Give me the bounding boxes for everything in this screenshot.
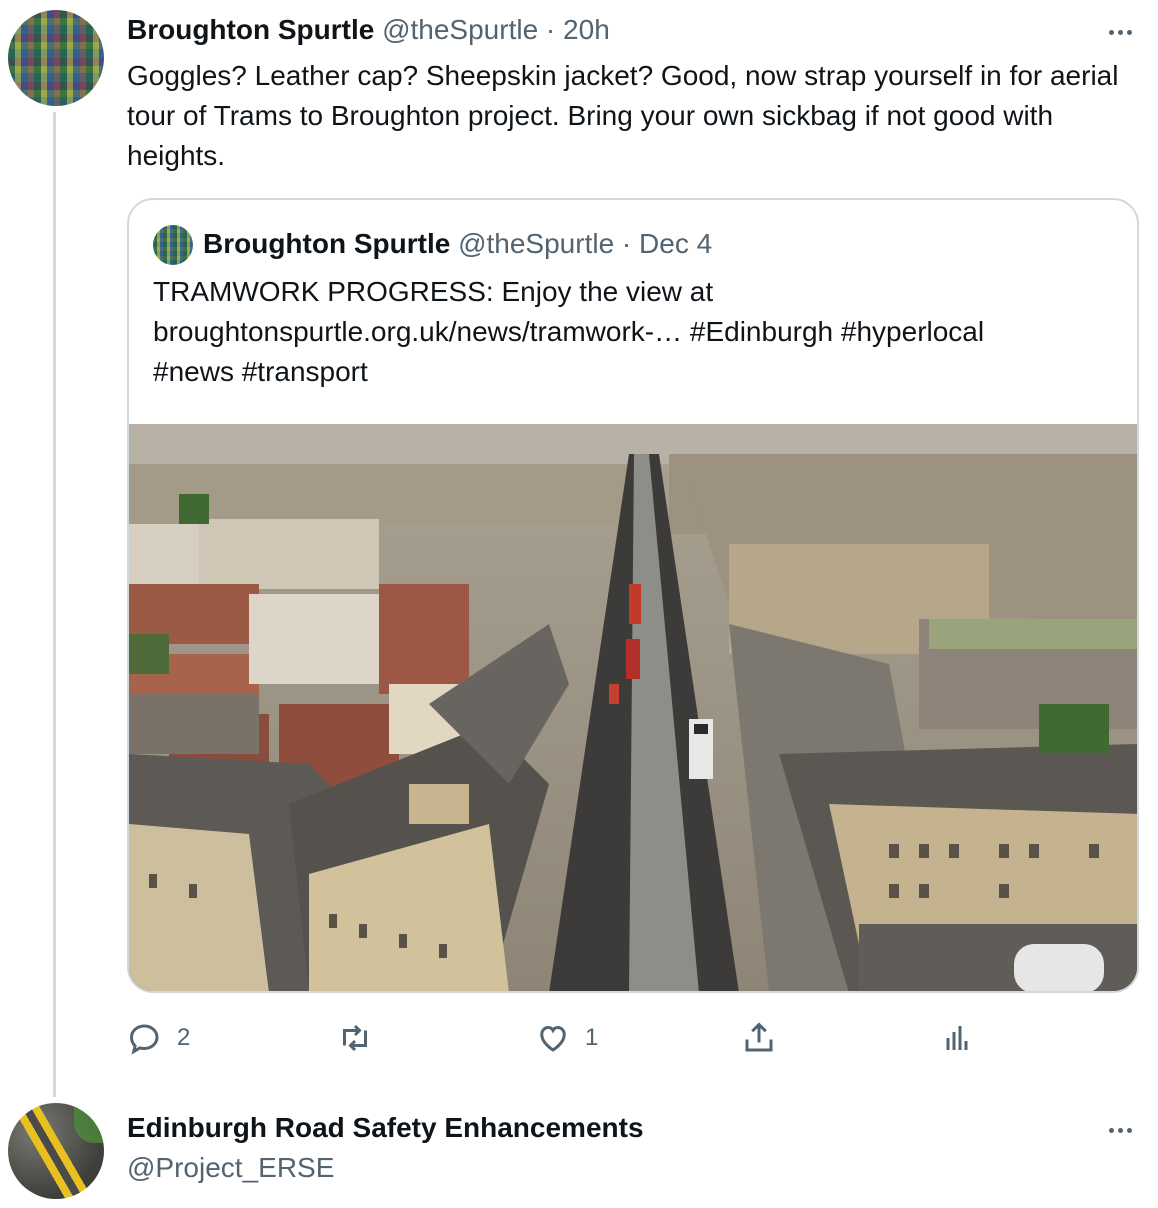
thread-connector-line (53, 112, 56, 1097)
tweet-timestamp[interactable]: 20h (563, 14, 610, 45)
quoted-tweet-header: Broughton Spurtle @theSpurtle · Dec 4 (203, 226, 712, 262)
tweet-header: Broughton Spurtle @theSpurtle · 20h (127, 12, 610, 48)
next-tweet-author-name[interactable]: Edinburgh Road Safety Enhancements (127, 1110, 644, 1146)
more-icon[interactable] (1100, 1118, 1140, 1142)
quoted-tweet-text: TRAMWORK PROGRESS: Enjoy the view at bro… (153, 272, 1113, 392)
tweet-text: Goggles? Leather cap? Sheepskin jacket? … (127, 60, 1119, 171)
more-icon[interactable] (1100, 20, 1140, 44)
next-tweet-author-handle[interactable]: @Project_ERSE (127, 1150, 334, 1186)
quoted-text-line: broughtonspurtle.org.uk/news/tramwork-… … (153, 316, 985, 347)
heart-icon (540, 1025, 566, 1052)
meta-separator: · (538, 14, 564, 45)
aerial-photo[interactable] (129, 424, 1137, 991)
share-button[interactable] (741, 1016, 777, 1060)
quoted-text-line: #news #transport (153, 356, 368, 387)
quoted-text-line: TRAMWORK PROGRESS: Enjoy the view at (153, 276, 714, 307)
avatar[interactable] (8, 10, 104, 106)
retweet-icon (343, 1024, 367, 1052)
quoted-tweet-timestamp: Dec 4 (639, 228, 713, 259)
analytics-icon (946, 1026, 968, 1050)
quoted-meta-separator: · (614, 228, 640, 259)
reply-button[interactable]: 2 (127, 1016, 190, 1060)
analytics-button[interactable] (939, 1016, 975, 1060)
like-button[interactable]: 1 (535, 1016, 598, 1060)
reply-count: 2 (177, 1024, 191, 1051)
quoted-author-handle: @theSpurtle (458, 228, 615, 259)
quoted-tweet[interactable]: Broughton Spurtle @theSpurtle · Dec 4 TR… (127, 198, 1139, 993)
quoted-author-name: Broughton Spurtle (203, 228, 451, 259)
retweet-button[interactable] (337, 1016, 387, 1060)
reply-icon (129, 1024, 159, 1055)
author-handle[interactable]: @theSpurtle (382, 14, 538, 45)
share-icon (745, 1022, 773, 1052)
quoted-avatar (153, 225, 193, 265)
avatar[interactable] (8, 1103, 104, 1199)
tweet-actions: 2 1 (127, 1016, 1027, 1060)
like-count: 1 (585, 1024, 599, 1051)
author-name[interactable]: Broughton Spurtle (127, 14, 374, 45)
